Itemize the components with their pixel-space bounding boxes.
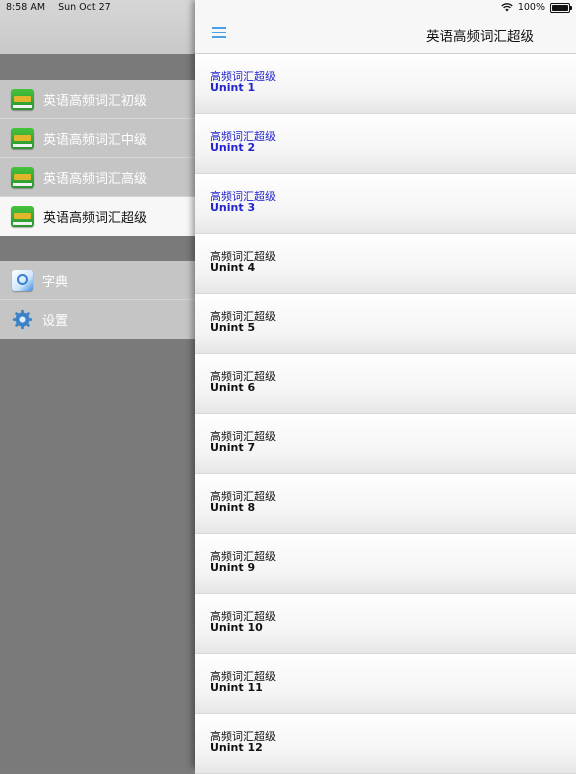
sidebar-item-label: 字典 [42, 274, 69, 290]
list-item[interactable]: 高频词汇超级 Unint 1 [195, 54, 576, 114]
dictionary-icon [12, 269, 33, 291]
sidebar-item-beginner[interactable]: 英语高频词汇初级 [0, 80, 195, 119]
unit-number: Unint 9 [210, 561, 256, 574]
unit-number: Unint 8 [210, 501, 256, 514]
sidebar-item-dictionary[interactable]: 字典 [0, 261, 195, 300]
level-menu: 英语高频词汇初级 英语高频词汇中级 英语高频词汇高级 英语高频词汇超级 [0, 80, 195, 236]
sidebar-item-label: 英语高频词汇初级 [43, 93, 148, 109]
list-item[interactable]: 高频词汇超级 Unint 8 [195, 474, 576, 534]
book-icon [11, 88, 34, 110]
sidebar-item-label: 英语高频词汇超级 [43, 211, 148, 226]
list-item[interactable]: 高频词汇超级 Unint 2 [195, 114, 576, 174]
list-item[interactable]: 高频词汇超级 Unint 10 [195, 594, 576, 654]
unit-number: Unint 7 [210, 441, 256, 454]
unit-number: Unint 10 [210, 621, 263, 634]
tools-menu: 字典 设置 [0, 261, 195, 339]
unit-number: Unint 1 [210, 81, 256, 94]
list-item[interactable]: 高频词汇超级 Unint 11 [195, 654, 576, 714]
list-item[interactable]: 高频词汇超级 Unint 7 [195, 414, 576, 474]
hamburger-menu-icon[interactable] [212, 27, 226, 38]
book-icon [11, 166, 34, 188]
battery-percent: 100% [517, 2, 545, 13]
unit-number: Unint 5 [210, 321, 256, 334]
unit-list: 高频词汇超级 Unint 1 高频词汇超级 Unint 2 高频词汇超级 Uni… [195, 54, 576, 774]
list-item[interactable]: 高频词汇超级 Unint 9 [195, 534, 576, 594]
status-time: 8:58 AM [6, 2, 46, 13]
sidebar-item-settings[interactable]: 设置 [0, 300, 195, 339]
status-date: Sun Oct 27 [58, 2, 111, 13]
unit-number: Unint 3 [210, 201, 256, 214]
list-item[interactable]: 高频词汇超级 Unint 12 [195, 714, 576, 774]
sidebar: 英语高频词汇初级 英语高频词汇中级 英语高频词汇高级 英语高频词汇超级 字典 设… [0, 0, 195, 768]
sidebar-item-advanced[interactable]: 英语高频词汇高级 [0, 158, 195, 197]
main-panel: 英语高频词汇超级 高频词汇超级 Unint 1 高频词汇超级 Unint 2 高… [195, 0, 576, 774]
unit-number: Unint 4 [210, 261, 256, 274]
sidebar-item-super[interactable]: 英语高频词汇超级 [0, 197, 195, 236]
book-icon [11, 206, 34, 227]
list-item[interactable]: 高频词汇超级 Unint 4 [195, 234, 576, 294]
page-title: 英语高频词汇超级 [426, 29, 534, 45]
sidebar-item-label: 设置 [42, 314, 69, 329]
unit-number: Unint 12 [210, 741, 263, 754]
unit-number: Unint 11 [210, 681, 263, 694]
sidebar-item-intermediate[interactable]: 英语高频词汇中级 [0, 119, 195, 158]
list-item[interactable]: 高频词汇超级 Unint 5 [195, 294, 576, 354]
book-icon [11, 127, 34, 149]
status-bar: 8:58 AM Sun Oct 27 100% [0, 0, 576, 16]
unit-number: Unint 6 [210, 381, 256, 394]
unit-number: Unint 2 [210, 141, 256, 154]
list-item[interactable]: 高频词汇超级 Unint 3 [195, 174, 576, 234]
sidebar-item-label: 英语高频词汇中级 [43, 132, 148, 148]
battery-icon [550, 2, 572, 13]
wifi-icon [501, 3, 513, 12]
gear-icon [12, 309, 33, 330]
sidebar-item-label: 英语高频词汇高级 [43, 171, 148, 187]
list-item[interactable]: 高频词汇超级 Unint 6 [195, 354, 576, 414]
